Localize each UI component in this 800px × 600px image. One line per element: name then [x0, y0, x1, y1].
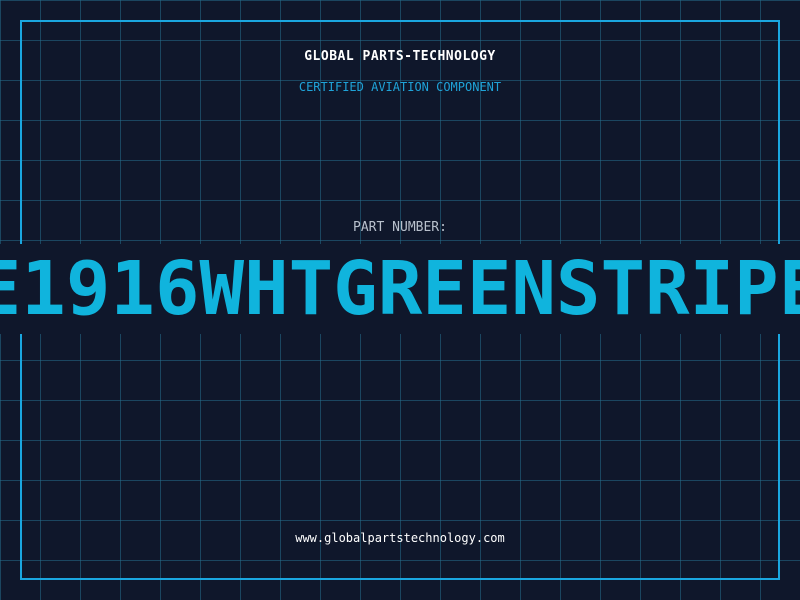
website-url: www.globalpartstechnology.com [295, 531, 505, 545]
part-label-card: GLOBAL PARTS-TECHNOLOGY CERTIFIED AVIATI… [0, 0, 800, 600]
company-name: GLOBAL PARTS-TECHNOLOGY [304, 49, 496, 64]
part-number-label: PART NUMBER: [353, 220, 447, 235]
part-number-value: E1916WHTGREENSTRIPE [0, 246, 800, 332]
certification-text: CERTIFIED AVIATION COMPONENT [298, 80, 502, 94]
